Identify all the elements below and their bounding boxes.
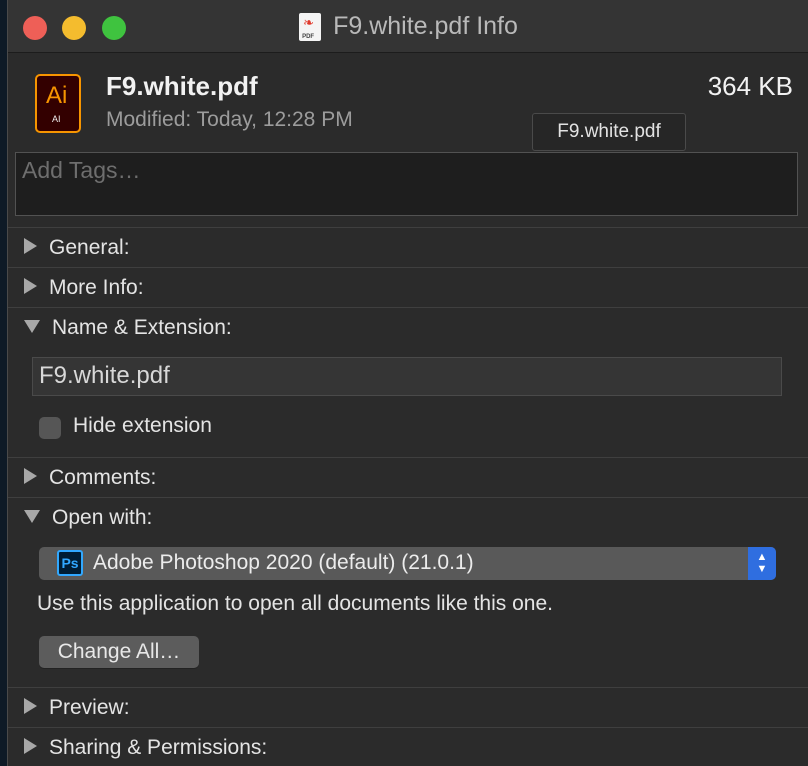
section-preview-label: Preview: <box>49 696 130 719</box>
hide-extension-label[interactable]: Hide extension <box>73 414 212 438</box>
file-header: Ai AI F9.white.pdf Modified: Today, 12:2… <box>8 52 808 152</box>
pdf-file-icon: ❧ PDF <box>299 12 322 41</box>
section-general-label: General: <box>49 236 130 259</box>
section-name-extension[interactable]: Name & Extension: <box>24 315 232 341</box>
file-name: F9.white.pdf <box>106 71 258 101</box>
disclosure-right-icon[interactable] <box>24 238 37 255</box>
divider <box>8 727 808 728</box>
window-title: ❧ PDF F9.white.pdf Info <box>8 12 808 41</box>
hide-extension-checkbox[interactable] <box>39 417 61 439</box>
disclosure-down-icon[interactable] <box>24 319 40 333</box>
section-general[interactable]: General: <box>24 235 130 261</box>
illustrator-file-icon: Ai AI <box>35 74 81 133</box>
name-extension-field[interactable]: F9.white.pdf <box>32 357 782 396</box>
section-more-info-label: More Info: <box>49 276 144 299</box>
disclosure-right-icon[interactable] <box>24 468 37 485</box>
selected-app: Adobe Photoshop 2020 (default) (21.0.1) <box>93 551 474 574</box>
section-open-with[interactable]: Open with: <box>24 505 152 531</box>
divider <box>8 497 808 498</box>
disclosure-right-icon[interactable] <box>24 738 37 755</box>
section-comments-label: Comments: <box>49 466 157 489</box>
open-with-help-text: Use this application to open all documen… <box>37 592 553 615</box>
modified-date: Modified: Today, 12:28 PM <box>106 108 353 131</box>
section-more-info[interactable]: More Info: <box>24 275 144 301</box>
section-sharing-label: Sharing & Permissions: <box>49 736 268 759</box>
disclosure-down-icon[interactable] <box>24 509 40 523</box>
photoshop-icon: Ps <box>57 550 83 576</box>
title-bar[interactable]: ❧ PDF F9.white.pdf Info <box>8 0 808 53</box>
open-with-select[interactable]: Ps Adobe Photoshop 2020 (default) (21.0.… <box>39 547 776 580</box>
file-size: 364 KB <box>707 71 793 101</box>
divider <box>8 227 808 228</box>
divider <box>8 687 808 688</box>
ai-icon-sublabel: AI <box>52 114 61 124</box>
section-sharing-permissions[interactable]: Sharing & Permissions: <box>24 735 267 761</box>
disclosure-right-icon[interactable] <box>24 698 37 715</box>
ai-icon-label: Ai <box>46 82 68 109</box>
select-stepper-icon[interactable]: ▲ ▼ <box>748 547 776 580</box>
divider <box>8 457 808 458</box>
section-preview[interactable]: Preview: <box>24 695 130 721</box>
window-title-text: F9.white.pdf Info <box>333 12 518 40</box>
section-comments[interactable]: Comments: <box>24 465 156 491</box>
section-open-with-label: Open with: <box>52 506 153 529</box>
divider <box>8 307 808 308</box>
divider <box>8 267 808 268</box>
info-window: ❧ PDF F9.white.pdf Info Ai AI F9.white.p… <box>7 0 808 766</box>
section-name-extension-label: Name & Extension: <box>52 316 232 339</box>
pdf-icon-label: PDF <box>302 33 315 40</box>
filename-tooltip: F9.white.pdf <box>532 113 686 151</box>
change-all-button[interactable]: Change All… <box>39 636 199 668</box>
disclosure-right-icon[interactable] <box>24 278 37 295</box>
tags-field[interactable]: Add Tags… <box>15 152 798 216</box>
